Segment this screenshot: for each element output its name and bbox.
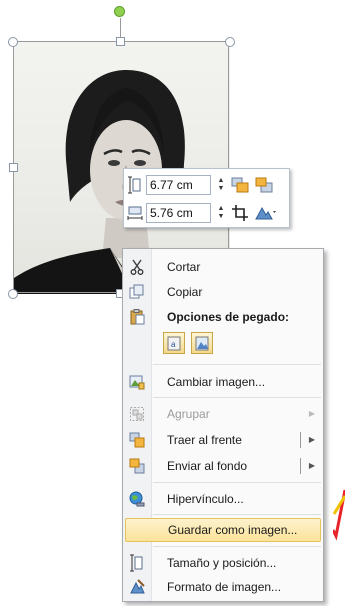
group-icon: [125, 402, 149, 426]
menu-item-copy[interactable]: Copiar: [125, 280, 321, 304]
crop-button[interactable]: [230, 203, 250, 223]
menu-item-format-picture[interactable]: Formato de imagen...: [125, 575, 321, 599]
split-divider: [300, 458, 301, 474]
resize-handle-top-left[interactable]: [8, 37, 18, 47]
bring-forward-icon: [231, 177, 249, 193]
submenu-arrow-icon: ▶: [308, 409, 315, 418]
submenu-arrow-icon[interactable]: ▶: [309, 461, 315, 470]
context-menu: Cortar Copiar Opciones de pegado: a Camb…: [122, 248, 324, 602]
hyperlink-icon: [125, 487, 149, 511]
menu-item-change-picture[interactable]: Cambiar imagen...: [125, 370, 321, 394]
menu-separator: [153, 514, 321, 515]
size-mini-toolbar: 6.77 cm ▲ ▼ 5.76 cm ▲ ▼: [123, 168, 290, 228]
svg-text:a: a: [171, 340, 176, 349]
paste-picture-icon: [195, 336, 209, 351]
rotation-handle[interactable]: [114, 6, 125, 17]
menu-item-cut[interactable]: Cortar: [125, 255, 321, 279]
menu-item-size-position[interactable]: Tamaño y posición...: [125, 551, 321, 575]
submenu-arrow-icon[interactable]: ▶: [309, 435, 315, 444]
picture-styles-icon: [255, 206, 276, 220]
resize-handle-bottom-left[interactable]: [8, 289, 18, 299]
menu-item-label: Cortar: [167, 260, 201, 274]
split-divider: [300, 432, 301, 448]
menu-item-save-as-picture[interactable]: Guardar como imagen...: [125, 518, 321, 542]
width-row: 5.76 cm ▲ ▼: [127, 201, 278, 225]
paste-keep-text-icon: a: [167, 336, 181, 351]
screenshot-stage: 6.77 cm ▲ ▼ 5.76 cm ▲ ▼ Cortar Copiar Op…: [0, 0, 345, 606]
save-as-picture-icon-slot: [126, 518, 150, 542]
menu-separator: [153, 364, 321, 365]
menu-item-group: Agrupar ▶: [125, 402, 321, 426]
menu-item-hyperlink[interactable]: Hipervínculo...: [125, 487, 321, 511]
menu-item-bring-to-front[interactable]: Traer al frente ▶: [125, 428, 321, 452]
paste-icon: [125, 305, 149, 329]
resize-handle-top[interactable]: [116, 37, 125, 46]
send-backward-icon: [255, 177, 273, 193]
menu-item-label: Enviar al fondo: [167, 459, 248, 473]
change-picture-icon: [125, 370, 149, 394]
spin-up-icon[interactable]: ▲: [216, 205, 226, 213]
menu-item-label: Traer al frente: [167, 433, 242, 447]
shape-width-icon: [127, 204, 143, 222]
menu-separator: [153, 546, 321, 547]
send-to-back-icon: [125, 454, 149, 478]
red-annotation-arrow-icon: [333, 489, 345, 541]
shape-height-input[interactable]: 6.77 cm: [146, 175, 211, 195]
copy-icon: [125, 280, 149, 304]
format-picture-icon: [125, 575, 149, 599]
height-row: 6.77 cm ▲ ▼: [127, 173, 274, 197]
size-position-icon: [125, 551, 149, 575]
menu-item-paste-options: Opciones de pegado:: [125, 305, 321, 329]
menu-item-label: Agrupar: [167, 407, 210, 421]
paste-picture-button[interactable]: [191, 332, 213, 354]
shape-height-icon: [127, 176, 143, 194]
resize-handle-left[interactable]: [9, 163, 18, 172]
spin-down-icon[interactable]: ▼: [216, 213, 226, 221]
bring-to-front-icon: [125, 428, 149, 452]
menu-item-label: Hipervínculo...: [167, 492, 244, 506]
paste-keep-text-button[interactable]: a: [163, 332, 185, 354]
height-spinner[interactable]: ▲ ▼: [216, 175, 226, 195]
paste-options-row: a: [163, 332, 219, 354]
menu-item-send-to-back[interactable]: Enviar al fondo ▶: [125, 454, 321, 478]
shape-width-input[interactable]: 5.76 cm: [146, 203, 211, 223]
menu-item-label: Cambiar imagen...: [167, 375, 266, 389]
width-spinner[interactable]: ▲ ▼: [216, 203, 226, 223]
resize-handle-top-right[interactable]: [225, 37, 235, 47]
menu-item-label: Opciones de pegado:: [167, 310, 290, 324]
menu-item-label: Guardar como imagen...: [168, 523, 298, 537]
cut-icon: [125, 255, 149, 279]
menu-item-label: Copiar: [167, 285, 203, 299]
menu-separator: [153, 397, 321, 398]
menu-separator: [153, 482, 321, 483]
picture-styles-button[interactable]: [254, 203, 278, 223]
menu-item-label: Tamaño y posición...: [167, 556, 277, 570]
menu-item-label: Formato de imagen...: [167, 580, 282, 594]
spin-up-icon[interactable]: ▲: [216, 177, 226, 185]
send-backward-button[interactable]: [254, 175, 274, 195]
bring-forward-button[interactable]: [230, 175, 250, 195]
spin-down-icon[interactable]: ▼: [216, 185, 226, 193]
crop-icon: [232, 205, 248, 221]
